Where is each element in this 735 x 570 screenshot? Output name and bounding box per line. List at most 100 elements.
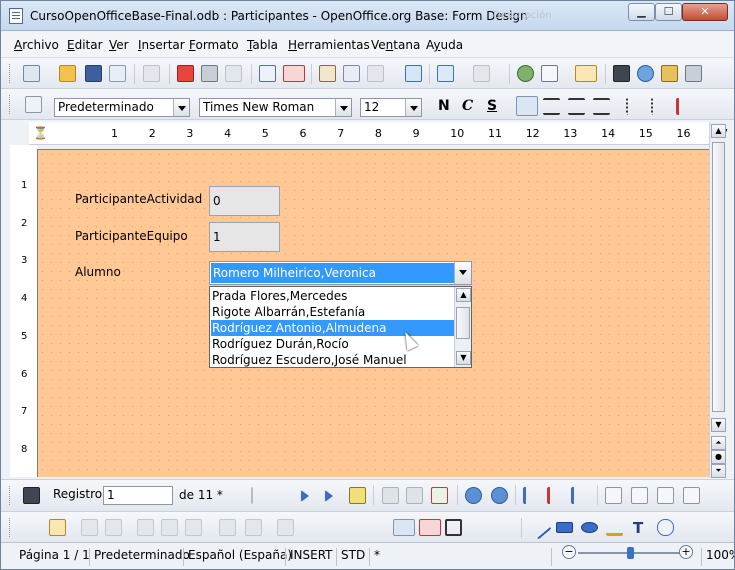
snap-to-grid-icon[interactable] xyxy=(419,519,441,536)
alumno-combobox[interactable]: Romero Milheirico,Veronica xyxy=(209,261,472,285)
position-size-icon[interactable] xyxy=(277,519,294,536)
toolbar-grip[interactable] xyxy=(9,486,13,505)
wrap-icon[interactable] xyxy=(345,519,362,536)
undo-icon[interactable] xyxy=(437,65,454,82)
toolbar-grip[interactable] xyxy=(9,518,13,537)
new-document-icon[interactable] xyxy=(23,65,40,82)
participante-actividad-field[interactable]: 0 xyxy=(209,186,280,216)
control-properties-icon[interactable] xyxy=(81,519,98,536)
autofilter-icon[interactable] xyxy=(605,487,622,504)
zoom-slider-thumb[interactable] xyxy=(626,547,634,559)
chevron-down-icon[interactable] xyxy=(405,99,421,116)
menu-ayuda[interactable]: Ayuda xyxy=(426,38,463,52)
zoom-in-icon[interactable]: + xyxy=(679,545,693,559)
next-page-icon[interactable]: ⏷ xyxy=(711,464,726,478)
last-record-icon[interactable] xyxy=(325,490,333,502)
styles-formatting-icon[interactable] xyxy=(25,96,42,113)
guides-icon[interactable] xyxy=(445,519,462,536)
data-sources-icon[interactable] xyxy=(685,65,702,82)
callout-icon[interactable] xyxy=(657,519,674,536)
font-name-select[interactable]: Times New Roman xyxy=(199,98,352,117)
status-page-style[interactable]: Predeterminado xyxy=(89,548,190,566)
align-center-icon[interactable] xyxy=(543,98,560,115)
line-icon[interactable] xyxy=(527,515,552,540)
maximize-button[interactable]: ☐ xyxy=(655,3,682,21)
select-pointer-icon[interactable] xyxy=(25,519,42,536)
find-binoculars-icon[interactable] xyxy=(613,65,630,82)
toolbar-grip[interactable] xyxy=(9,64,13,83)
autospellcheck-icon[interactable] xyxy=(283,65,305,82)
standard-filter-icon[interactable] xyxy=(657,487,674,504)
menu-formato[interactable]: Formato xyxy=(189,38,239,52)
open-design-mode-icon[interactable] xyxy=(219,519,236,536)
navigation-icon[interactable]: ● xyxy=(711,450,726,464)
align-left-icon[interactable] xyxy=(516,96,538,116)
select-icon[interactable] xyxy=(499,519,516,536)
scroll-down-icon[interactable]: ▼ xyxy=(456,351,471,365)
page-preview-icon[interactable] xyxy=(225,65,242,82)
delete-record-icon[interactable] xyxy=(431,487,448,504)
minimize-button[interactable]: ▁ xyxy=(628,3,655,21)
menu-insertar[interactable]: Insertar xyxy=(138,38,185,52)
form-properties-icon[interactable] xyxy=(105,519,122,536)
scroll-thumb[interactable] xyxy=(712,142,725,412)
bold-button[interactable]: N xyxy=(438,98,450,114)
list-item[interactable]: Rigote Albarrán,Estefanía xyxy=(211,304,454,320)
display-grid-icon[interactable] xyxy=(393,519,415,536)
alumno-dropdown-list[interactable]: Prada Flores,Mercedes Rigote Albarrán,Es… xyxy=(209,286,472,368)
numbering-icon[interactable] xyxy=(626,98,643,115)
font-size-select[interactable]: 12 xyxy=(360,98,422,117)
scroll-up-icon[interactable]: ▲ xyxy=(711,124,726,138)
next-record-icon[interactable] xyxy=(301,490,309,502)
toolbar-grip[interactable] xyxy=(9,95,13,114)
apply-filter-icon[interactable] xyxy=(631,487,648,504)
scroll-down-icon[interactable]: ▼ xyxy=(711,418,726,432)
first-record-icon[interactable] xyxy=(251,487,268,504)
text-icon[interactable]: T xyxy=(633,519,650,537)
open-folder-icon[interactable] xyxy=(59,65,76,82)
decrease-indent-icon[interactable] xyxy=(676,98,693,115)
menu-ver[interactable]: Ver xyxy=(109,38,129,52)
table-icon[interactable] xyxy=(541,65,558,82)
paste-icon[interactable] xyxy=(367,65,384,82)
status-selection-mode[interactable]: STD xyxy=(336,548,365,566)
navigator-compass-icon[interactable] xyxy=(637,65,654,82)
rectangle-icon[interactable] xyxy=(556,522,573,533)
gallery-icon[interactable] xyxy=(661,65,678,82)
zoom-out-icon[interactable]: − xyxy=(562,545,576,559)
menu-archivo[interactable]: Archivo xyxy=(14,38,59,52)
sort-descending-icon[interactable] xyxy=(547,487,564,504)
previous-record-icon[interactable] xyxy=(276,487,293,504)
italic-button[interactable]: C xyxy=(462,98,473,114)
underline-button[interactable]: S xyxy=(487,98,497,114)
design-mode-toggle-icon[interactable] xyxy=(49,519,66,536)
menu-tabla[interactable]: Tabla xyxy=(247,38,278,52)
freeform-line-icon[interactable] xyxy=(606,519,623,536)
redo-icon[interactable] xyxy=(473,65,490,82)
zoom-level[interactable]: 100% xyxy=(701,548,734,566)
edit-file-icon[interactable] xyxy=(143,65,160,82)
previous-page-icon[interactable]: ⏶ xyxy=(711,436,726,450)
refresh-control-icon[interactable] xyxy=(491,487,508,504)
list-item[interactable]: Prada Flores,Mercedes xyxy=(211,288,454,304)
form-navigator-icon[interactable] xyxy=(137,519,154,536)
save-record-icon[interactable] xyxy=(382,487,399,504)
ellipse-icon[interactable] xyxy=(581,522,598,533)
document-scrollbar[interactable]: ▲ ▼ ⏶ ● ⏷ xyxy=(709,122,726,478)
status-insert-mode[interactable]: INSERT xyxy=(285,548,333,566)
new-record-icon[interactable] xyxy=(349,487,366,504)
align-right-icon[interactable] xyxy=(568,98,585,115)
status-language[interactable]: Español (España) xyxy=(183,548,292,566)
status-page[interactable]: Página 1 / 1 xyxy=(15,548,90,566)
sort-icon[interactable] xyxy=(571,487,588,504)
list-item[interactable]: Rodríguez Escudero,José Manuel xyxy=(211,352,454,368)
navigator-icon[interactable] xyxy=(517,65,534,82)
spellcheck-icon[interactable] xyxy=(259,65,276,82)
list-item-selected[interactable]: Rodríguez Antonio,Almudena xyxy=(211,320,454,336)
bullets-icon[interactable] xyxy=(651,98,668,115)
scroll-thumb[interactable] xyxy=(456,307,470,339)
remove-filter-icon[interactable] xyxy=(683,487,700,504)
chevron-down-icon[interactable] xyxy=(173,99,189,116)
export-pdf-icon[interactable] xyxy=(177,65,194,82)
record-number-input[interactable]: 1 xyxy=(103,486,173,505)
